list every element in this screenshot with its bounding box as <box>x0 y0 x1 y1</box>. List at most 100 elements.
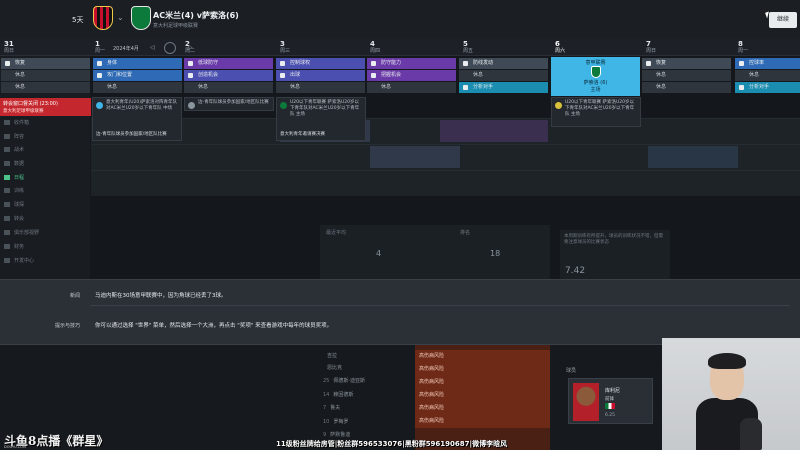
dev-centre-icon <box>4 258 10 263</box>
background-block <box>648 146 738 168</box>
recovery-icon <box>646 61 651 66</box>
list-item[interactable]: 7 鲁夫 <box>323 404 408 416</box>
training-slot[interactable]: 防守能力 <box>367 58 456 69</box>
training-slot[interactable]: 休息 <box>642 70 731 81</box>
list-item[interactable]: 吉拉 <box>323 352 408 364</box>
chevron-down-icon[interactable]: ⌄ <box>117 13 124 22</box>
training-slot[interactable]: 休息 <box>367 82 456 93</box>
training-slot[interactable]: 控球率 <box>735 58 800 69</box>
player-card[interactable]: 库利尼 前锋 6.25 <box>568 378 653 424</box>
training-slot[interactable]: 分析对手 <box>735 82 800 93</box>
training-slot[interactable]: 休息 <box>642 82 731 93</box>
day-header[interactable]: 5 周五 <box>463 40 553 56</box>
youth-fixture-icon <box>555 102 562 109</box>
passing-icon <box>280 73 285 78</box>
day-header[interactable]: 31 周日 <box>4 40 94 56</box>
defending-icon <box>188 61 193 66</box>
calendar-icon <box>4 175 10 180</box>
training-slot[interactable]: 创造机会 <box>184 70 273 81</box>
fan-banner: 11级粉丝牌给房管|粉丝群596533076|黑粉群596190687|微博李晗… <box>276 440 508 448</box>
background-row <box>91 170 800 196</box>
training-slot[interactable]: 攻门和位置 <box>93 70 182 81</box>
player-position: 前锋 <box>605 397 614 402</box>
training-slot[interactable]: 休息 <box>1 70 90 81</box>
day-header[interactable]: 8 周一 <box>738 40 800 56</box>
days-until-match: 5天 <box>72 16 84 24</box>
next-week-button[interactable]: ▷ <box>188 44 193 51</box>
training-slot[interactable]: 休息 <box>1 82 90 93</box>
sidebar-item-transfers[interactable]: 转会 <box>4 215 84 225</box>
match-day-card[interactable]: 意甲联赛 萨索洛 (6) 主场 <box>551 57 640 96</box>
player-photo <box>573 383 599 421</box>
squad-icon <box>4 134 10 139</box>
day-header[interactable]: 4 周四 <box>370 40 460 56</box>
chance-creation-icon <box>188 73 193 78</box>
calendar-today-icon[interactable] <box>164 42 176 54</box>
sidebar-item-training[interactable]: 训练 <box>4 187 84 197</box>
youth-team-icon <box>96 102 103 109</box>
training-slot[interactable]: 休息 <box>459 70 548 81</box>
transfer-icon <box>4 216 10 221</box>
training-slot[interactable]: 休息 <box>735 70 800 81</box>
tips-text: 你可以通过选择 "世界" 菜单，然后选择一个大洲，再点击 "奖项" 来查看游戏中… <box>95 323 333 329</box>
event-note[interactable]: 边-青年队球员参加国家/地区队比赛 <box>184 97 274 111</box>
sidebar-item-tactics[interactable]: 战术 <box>4 146 84 156</box>
news-text: 马迪内斯在30场意甲联赛中，因为角球已经丢了3球。 <box>95 293 227 299</box>
training-slot[interactable]: 低球防守 <box>184 58 273 69</box>
day-header[interactable]: 3 周三 <box>280 40 370 56</box>
training-slot[interactable]: 控制球权 <box>276 58 365 69</box>
training-slot[interactable]: 休息 <box>93 82 182 93</box>
list-item[interactable]: 恩比克 <box>323 364 408 376</box>
sidebar-item-finances[interactable]: 财务 <box>4 243 84 253</box>
background-block <box>370 146 460 168</box>
continue-button[interactable]: 继续 <box>769 12 797 28</box>
sidebar-item-scouting[interactable]: 球探 <box>4 201 84 211</box>
list-item[interactable]: 14 赖因德斯 <box>323 391 408 403</box>
training-icon <box>4 188 10 193</box>
sidebar-item-dev-centre[interactable]: 开发中心 <box>4 257 84 267</box>
sassuolo-youth-icon <box>280 102 287 109</box>
news-label: 新闻 <box>69 293 80 299</box>
injury-risk-badge: 高伤病风险 <box>415 402 550 415</box>
training-slot[interactable]: 身体 <box>93 58 182 69</box>
training-slot[interactable]: 把握机会 <box>367 70 456 81</box>
training-slot[interactable]: 出球 <box>276 70 365 81</box>
sassuolo-crest-icon <box>131 6 151 30</box>
event-note[interactable]: 意大利青年(U20)萨索洛对阵青年队对AC米兰U20岁以下青年队 中场 边-青年… <box>92 97 182 141</box>
day-header[interactable]: 2 周二 <box>185 40 275 56</box>
list-item[interactable]: 25 佩德斯·迪亚斯 <box>323 377 408 389</box>
sidebar-item-squad[interactable]: 阵容 <box>4 133 84 143</box>
sidebar-item-schedule[interactable]: 日程 <box>4 174 84 184</box>
day-header-match[interactable]: 6 周六 <box>555 40 645 56</box>
transfer-window-notice[interactable]: 转会窗口督关闭 (23:00) 意大利足球甲级联赛 <box>0 98 91 116</box>
section-label: 球员 <box>566 368 577 374</box>
sidebar-item-inbox[interactable]: 收件箱 <box>4 119 84 129</box>
match-header-bar: 5天 ⌄ AC米兰(4) v萨索洛(6) 意大利足球甲级联赛 继续 <box>0 0 800 38</box>
month-label: 2024年4月 <box>113 46 139 52</box>
tips-label: 提示与技巧 <box>54 323 80 329</box>
training-slot[interactable]: 休息 <box>184 82 273 93</box>
training-slot[interactable]: 防线发动 <box>459 58 548 69</box>
competition-label: 意大利足球甲级联赛 <box>153 23 199 29</box>
scouting-icon <box>4 202 10 207</box>
event-note[interactable]: U20以下青年联赛 萨索洛U20岁以下青年队对AC米兰U20岁以下青年队 主场 <box>551 97 641 127</box>
event-note[interactable]: U20以下青年联赛 萨索洛U20岁以下青年队对AC米兰U20岁以下青年队 主场 … <box>276 97 366 141</box>
previous-week-button[interactable]: ◁ <box>150 44 155 51</box>
training-slot[interactable]: 恢复 <box>1 58 90 69</box>
sidebar-item-data[interactable]: 数据 <box>4 160 84 170</box>
possession-icon <box>739 61 744 66</box>
tips-overlay: 新闻 马迪内斯在30场意甲联赛中，因为角球已经丢了3球。 提示与技巧 你可以通过… <box>0 279 800 345</box>
list-item[interactable]: 10 罗梅罗 <box>323 418 408 430</box>
possession-icon <box>280 61 285 66</box>
training-slot[interactable]: 恢复 <box>642 58 731 69</box>
sidebar-item-club-vision[interactable]: 俱乐部视野 <box>4 229 84 239</box>
injury-risk-badge: 高伤病风险 <box>415 350 550 363</box>
club-icon <box>4 230 10 235</box>
rating-value: 7.42 <box>565 266 586 276</box>
italy-flag-icon <box>605 403 615 409</box>
training-slot[interactable]: 分析对手 <box>459 82 548 93</box>
day-header[interactable]: 7 周日 <box>646 40 736 56</box>
training-slot[interactable]: 休息 <box>276 82 365 93</box>
match-title[interactable]: AC米兰(4) v萨索洛(6) <box>153 10 239 21</box>
analysis-icon <box>739 85 744 90</box>
